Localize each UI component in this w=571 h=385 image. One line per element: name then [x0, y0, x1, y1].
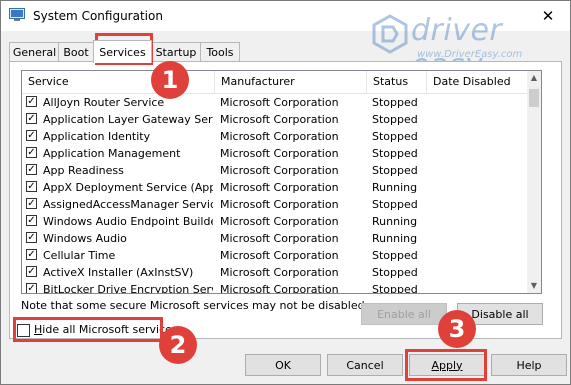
- manufacturer: Microsoft Corporation: [220, 147, 339, 160]
- status: Running: [372, 232, 418, 245]
- service-name: Cellular Time: [43, 249, 116, 262]
- ok-button[interactable]: OK: [245, 354, 321, 376]
- status: Running: [372, 215, 418, 228]
- cancel-button[interactable]: Cancel: [327, 354, 403, 376]
- service-checkbox[interactable]: ✓: [26, 113, 37, 124]
- table-row[interactable]: ✓ Windows Audio Endpoint Builder Microsoft…: [22, 213, 527, 230]
- cancel-label: Cancel: [346, 358, 384, 372]
- help-label: Help: [516, 358, 542, 372]
- status: Stopped: [372, 249, 418, 262]
- enable-all-button[interactable]: Enable all: [361, 303, 447, 325]
- callout-3: 3: [438, 310, 476, 348]
- status: Stopped: [372, 147, 418, 160]
- watermark-url: www.DriverEasy.com: [417, 49, 523, 60]
- services-pane: Service Manufacturer Status Date Disable…: [9, 61, 562, 339]
- enable-all-label: Enable all: [377, 307, 431, 321]
- column-header-status[interactable]: Status: [367, 71, 427, 93]
- service-name: BitLocker Drive Encryption Service: [43, 283, 213, 294]
- list-header: Service Manufacturer Status Date Disable…: [22, 71, 527, 94]
- manufacturer: Microsoft Corporation: [220, 283, 339, 294]
- tab-tools[interactable]: Tools: [200, 42, 240, 62]
- service-name: AssignedAccessManager Service: [43, 198, 213, 211]
- status: Stopped: [372, 113, 418, 126]
- service-name: App Readiness: [43, 164, 124, 177]
- manufacturer: Microsoft Corporation: [220, 215, 339, 228]
- table-row[interactable]: ✓ Application Layer Gateway Service Micros…: [22, 111, 527, 128]
- apply-button-highlight: [405, 349, 487, 381]
- table-row[interactable]: ✓ Application Management Microsoft Corpora…: [22, 145, 527, 162]
- table-row[interactable]: ✓ Cellular Time Microsoft Corporation Stopp…: [22, 247, 527, 264]
- disable-all-label: Disable all: [471, 307, 529, 321]
- system-config-icon: [9, 8, 25, 21]
- column-header-manufacturer[interactable]: Manufacturer: [215, 71, 367, 93]
- status: Stopped: [372, 96, 418, 109]
- service-checkbox[interactable]: ✓: [26, 283, 37, 293]
- service-checkbox[interactable]: ✓: [26, 147, 37, 158]
- ok-label: OK: [275, 358, 291, 372]
- tab-services[interactable]: Services: [93, 40, 152, 63]
- service-checkbox[interactable]: ✓: [26, 249, 37, 260]
- tab-boot[interactable]: Boot: [58, 42, 94, 62]
- column-header-date-disabled[interactable]: Date Disabled: [427, 71, 527, 93]
- manufacturer: Microsoft Corporation: [220, 96, 339, 109]
- callout-1: 1: [151, 61, 189, 99]
- help-button[interactable]: Help: [491, 354, 567, 376]
- system-configuration-window: System Configuration ✕ driver easy www.D…: [0, 0, 571, 385]
- manufacturer: Microsoft Corporation: [220, 130, 339, 143]
- manufacturer: Microsoft Corporation: [220, 249, 339, 262]
- status: Stopped: [372, 283, 418, 294]
- service-checkbox[interactable]: ✓: [26, 164, 37, 175]
- table-row[interactable]: ✓ Windows Audio Microsoft Corporation Runni…: [22, 230, 527, 247]
- table-row[interactable]: ✓ AllJoyn Router Service Microsoft Corpora…: [22, 94, 527, 111]
- service-name: ActiveX Installer (AxInstSV): [43, 266, 194, 279]
- services-list[interactable]: Service Manufacturer Status Date Disable…: [21, 70, 542, 294]
- service-name: AllJoyn Router Service: [43, 96, 165, 109]
- scroll-up-icon[interactable]: ▲: [527, 71, 541, 85]
- manufacturer: Microsoft Corporation: [220, 198, 339, 211]
- manufacturer: Microsoft Corporation: [220, 164, 339, 177]
- note-text: Note that some secure Microsoft services…: [21, 299, 369, 312]
- service-name: AppX Deployment Service (AppX...: [43, 181, 213, 194]
- service-checkbox[interactable]: ✓: [26, 130, 37, 141]
- table-row[interactable]: ✓ AssignedAccessManager Service Microsoft …: [22, 196, 527, 213]
- hide-services-highlight: [13, 317, 163, 342]
- table-row[interactable]: ✓ AppX Deployment Service (AppX... Microso…: [22, 179, 527, 196]
- tab-startup[interactable]: Startup: [150, 42, 202, 62]
- tab-general[interactable]: General: [9, 42, 60, 62]
- table-row[interactable]: ✓ ActiveX Installer (AxInstSV) Microsoft C…: [22, 264, 527, 281]
- service-name: Windows Audio: [43, 232, 127, 245]
- service-name: Application Layer Gateway Service: [43, 113, 213, 126]
- window-title: System Configuration: [33, 9, 163, 23]
- service-checkbox[interactable]: ✓: [26, 96, 37, 107]
- status: Running: [372, 181, 418, 194]
- status: Stopped: [372, 130, 418, 143]
- driver-easy-logo-icon: [372, 14, 408, 54]
- table-row[interactable]: ✓ App Readiness Microsoft Corporation Stopp…: [22, 162, 527, 179]
- status: Stopped: [372, 198, 418, 211]
- callout-2: 2: [159, 326, 197, 364]
- service-checkbox[interactable]: ✓: [26, 215, 37, 226]
- status: Stopped: [372, 164, 418, 177]
- status: Stopped: [372, 266, 418, 279]
- table-row[interactable]: ✓ Application Identity Microsoft Corporati…: [22, 128, 527, 145]
- table-row[interactable]: ✓ BitLocker Drive Encryption Service Micro…: [22, 281, 527, 294]
- watermark: driver easy www.DriverEasy.com: [369, 13, 559, 83]
- scroll-thumb[interactable]: [529, 89, 539, 107]
- manufacturer: Microsoft Corporation: [220, 181, 339, 194]
- service-checkbox[interactable]: ✓: [26, 232, 37, 243]
- manufacturer: Microsoft Corporation: [220, 113, 339, 126]
- vertical-scrollbar[interactable]: ▲ ▼: [527, 71, 541, 293]
- service-name: Windows Audio Endpoint Builder: [43, 215, 213, 228]
- service-name: Application Identity: [43, 130, 151, 143]
- service-checkbox[interactable]: ✓: [26, 181, 37, 192]
- service-checkbox[interactable]: ✓: [26, 198, 37, 209]
- manufacturer: Microsoft Corporation: [220, 266, 339, 279]
- scroll-down-icon[interactable]: ▼: [527, 279, 541, 293]
- service-name: Application Management: [43, 147, 181, 160]
- service-checkbox[interactable]: ✓: [26, 266, 37, 277]
- manufacturer: Microsoft Corporation: [220, 232, 339, 245]
